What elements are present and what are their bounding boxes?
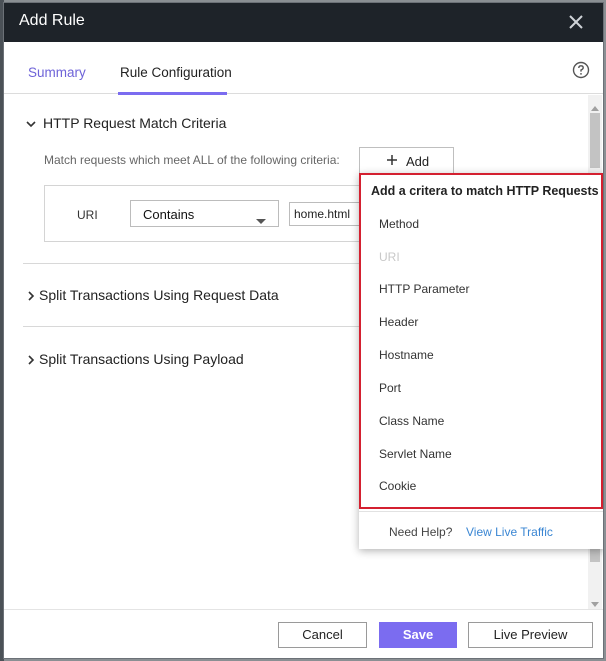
caret-down-icon: [255, 212, 267, 230]
chevron-right-icon[interactable]: [25, 289, 37, 307]
active-tab-indicator: [118, 92, 227, 95]
popup-item-http-parameter[interactable]: HTTP Parameter: [379, 282, 469, 296]
tab-summary[interactable]: Summary: [28, 65, 86, 80]
popup-item-uri: URI: [379, 250, 400, 264]
popup-title: Add a critera to match HTTP Requests: [371, 184, 599, 198]
popup-item-port[interactable]: Port: [379, 381, 401, 395]
section-divider: [23, 263, 363, 264]
add-criteria-popup: Add a critera to match HTTP Requests Met…: [359, 173, 603, 549]
tab-rule-configuration[interactable]: Rule Configuration: [120, 65, 232, 80]
popup-item-servlet-name[interactable]: Servlet Name: [379, 447, 452, 461]
save-button[interactable]: Save: [379, 622, 457, 648]
scroll-thumb[interactable]: [590, 113, 600, 168]
tab-bar: Summary Rule Configuration: [4, 42, 603, 95]
popup-item-cookie[interactable]: Cookie: [379, 479, 416, 493]
criteria-hint: Match requests which meet ALL of the fol…: [44, 153, 340, 167]
popup-item-hostname[interactable]: Hostname: [379, 348, 434, 362]
dialog-title: Add Rule: [19, 12, 85, 29]
add-rule-dialog: Add Rule Summary Rule Configuration HTTP…: [3, 2, 604, 659]
view-live-traffic-link[interactable]: View Live Traffic: [466, 525, 553, 539]
section-split-payload-title[interactable]: Split Transactions Using Payload: [39, 351, 244, 367]
operator-select[interactable]: Contains: [130, 200, 279, 227]
need-help-text: Need Help?: [389, 525, 453, 539]
dialog-titlebar: Add Rule: [4, 3, 603, 42]
add-criteria-button[interactable]: Add: [359, 147, 454, 174]
footer-divider: [4, 609, 603, 610]
add-criteria-label: Add: [406, 154, 430, 169]
chevron-right-icon[interactable]: [25, 353, 37, 371]
section-divider: [23, 326, 363, 327]
popup-item-header[interactable]: Header: [379, 315, 418, 329]
cancel-button[interactable]: Cancel: [278, 622, 367, 648]
chevron-down-icon[interactable]: [25, 117, 37, 135]
live-preview-button[interactable]: Live Preview: [468, 622, 593, 648]
criterion-value-input[interactable]: [289, 202, 369, 226]
section-split-request-title[interactable]: Split Transactions Using Request Data: [39, 287, 279, 303]
plus-icon: [386, 154, 398, 166]
help-icon[interactable]: [572, 61, 590, 79]
operator-value: Contains: [143, 207, 195, 222]
popup-item-method[interactable]: Method: [379, 217, 419, 231]
popup-divider: [359, 511, 603, 512]
popup-item-class-name[interactable]: Class Name: [379, 414, 444, 428]
criterion-label: URI: [77, 208, 98, 222]
scroll-down-icon[interactable]: [591, 595, 599, 613]
section-http-match-title[interactable]: HTTP Request Match Criteria: [43, 115, 226, 131]
close-icon[interactable]: [565, 11, 587, 33]
